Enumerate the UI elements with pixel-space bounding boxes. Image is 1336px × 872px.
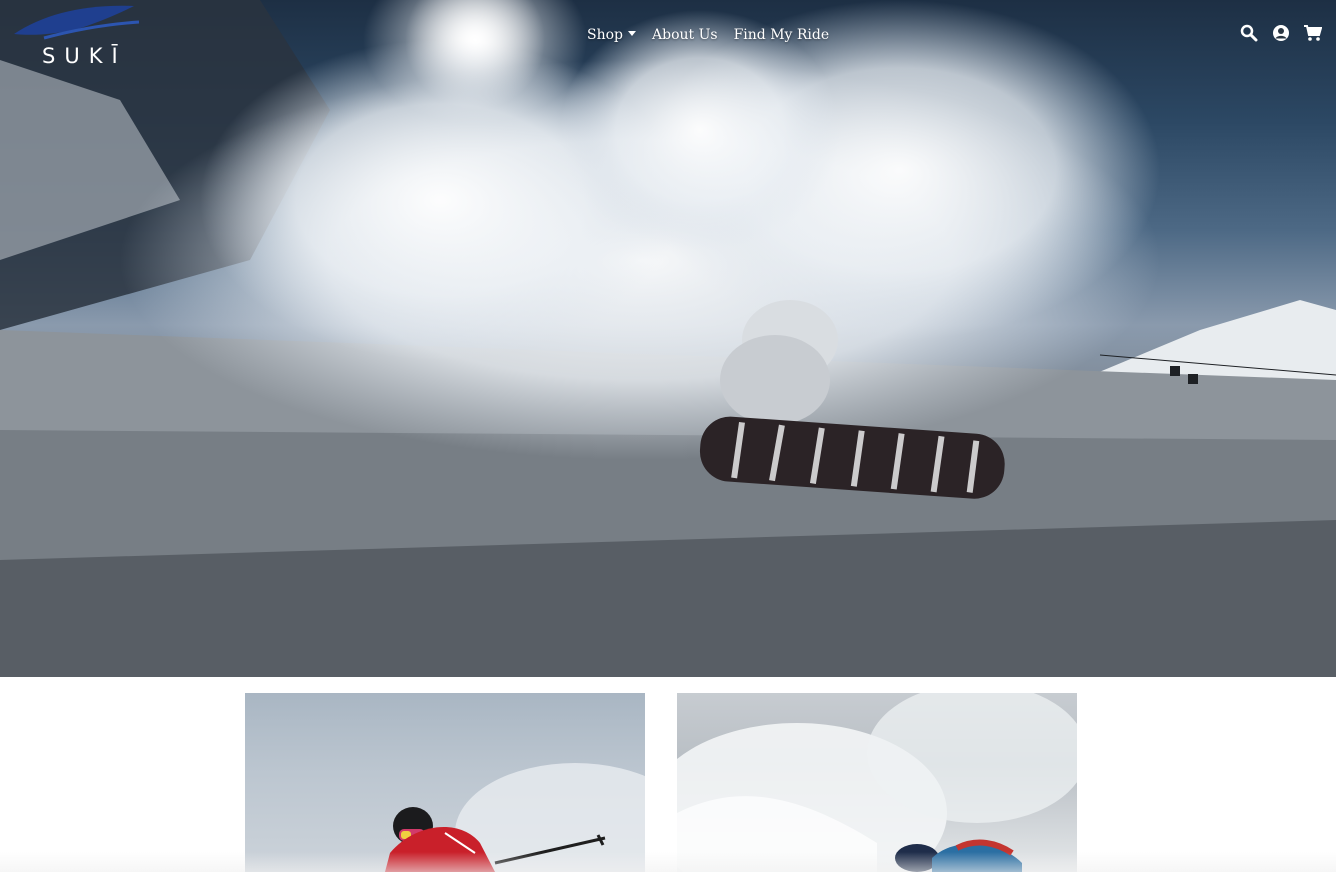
- brand-name: SUKĪ: [42, 44, 127, 68]
- search-icon[interactable]: [1240, 24, 1258, 42]
- nav-item-shop-label: Shop: [587, 27, 623, 43]
- caret-down-icon: [628, 31, 636, 36]
- nav-icons: [1240, 24, 1322, 42]
- nav-item-shop[interactable]: Shop: [587, 27, 636, 43]
- nav-item-find-my-ride[interactable]: Find My Ride: [734, 27, 830, 43]
- bottom-fade: [0, 852, 1336, 872]
- card-image-powder[interactable]: [677, 693, 1077, 872]
- account-icon[interactable]: [1272, 24, 1290, 42]
- hero-scene: [0, 0, 1336, 677]
- top-navbar: SUKĪ Shop About Us Find My Ride: [0, 0, 1336, 70]
- skier-red-jacket-scene: [385, 763, 645, 872]
- brand-logo[interactable]: SUKĪ: [14, 4, 144, 68]
- card-image-skier[interactable]: [245, 693, 645, 872]
- main-menu: Shop About Us Find My Ride: [587, 24, 829, 46]
- cart-icon[interactable]: [1304, 24, 1322, 42]
- page: SUKĪ Shop About Us Find My Ride: [0, 0, 1336, 872]
- skier-powder-spray-scene: [677, 693, 1077, 872]
- nav-item-about-us[interactable]: About Us: [652, 27, 718, 43]
- logo-swoosh-icon: [14, 5, 140, 40]
- hero-image: [0, 0, 1336, 677]
